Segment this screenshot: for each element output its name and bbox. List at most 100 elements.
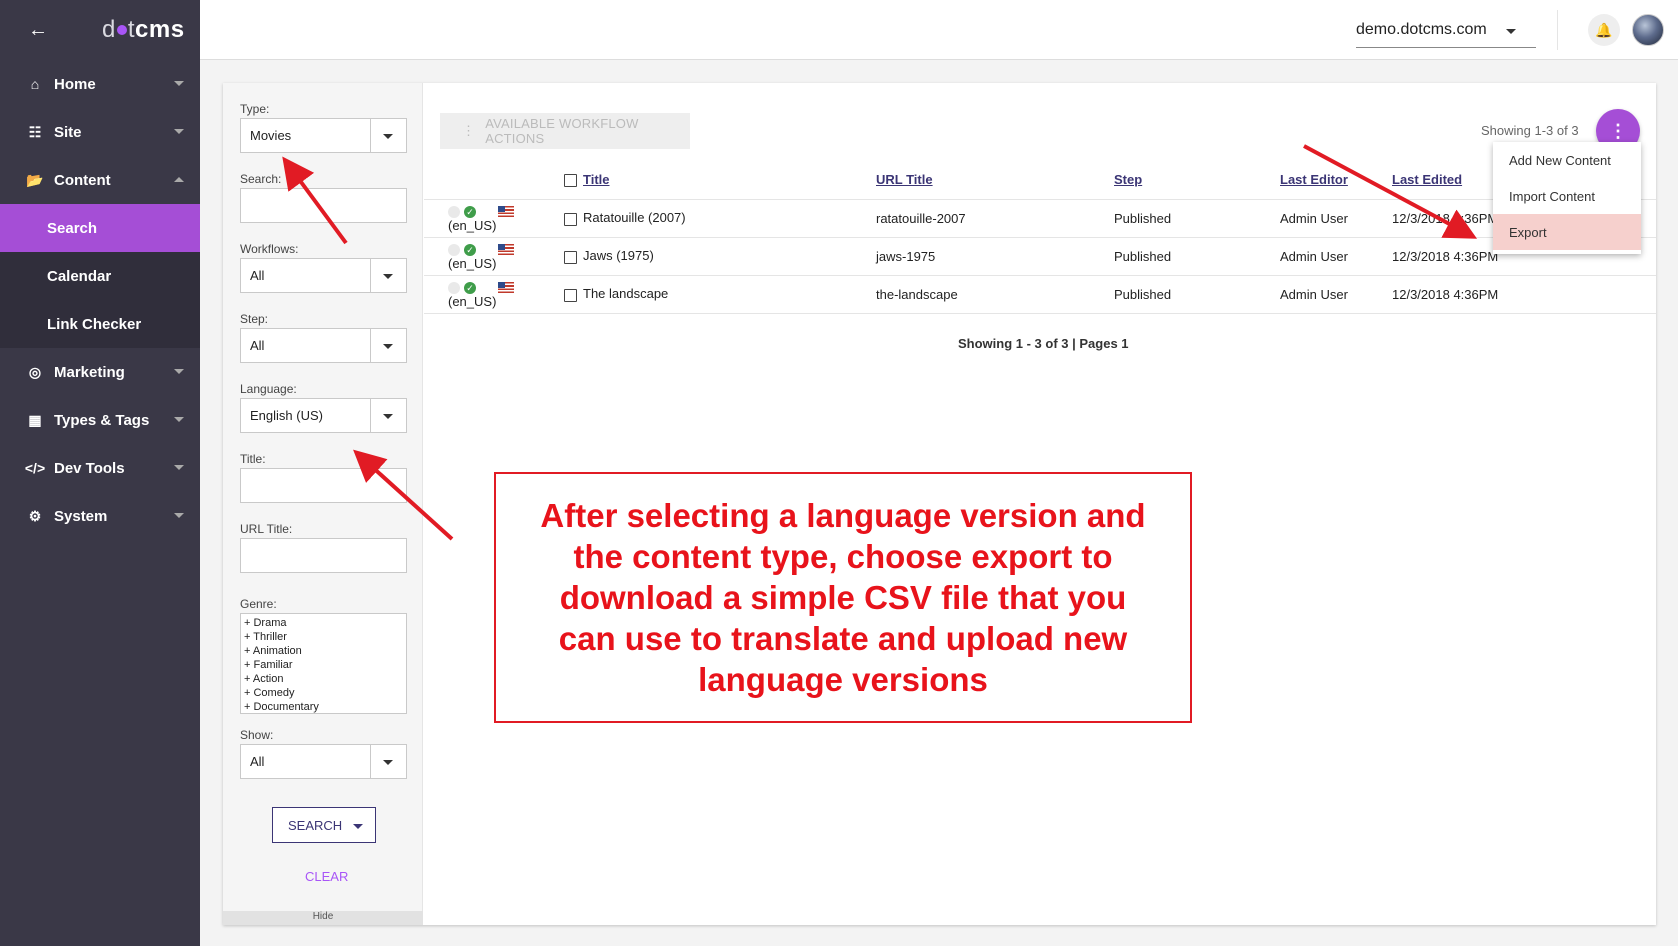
code-icon: </> [24,460,46,476]
genre-option[interactable]: + Documentary [244,700,403,714]
row-checkbox[interactable] [564,212,577,226]
target-icon: ◎ [28,363,42,380]
nav-home[interactable]: ⌂ Home [0,60,200,108]
genre-option[interactable]: + Drama [244,616,403,630]
row-title[interactable]: Jaws (1975) [583,248,654,263]
nav-system[interactable]: ⚙ System [0,492,200,540]
step-label: Step: [240,312,269,326]
chevron-down-icon [174,129,184,134]
row-editor: Admin User [1280,199,1392,238]
published-check-icon: ✓ [464,205,476,218]
subnav-search[interactable]: Search [0,204,200,252]
show-select[interactable]: All [240,744,407,779]
results-count: Showing 1-3 of 3 [1481,123,1579,138]
column-step[interactable]: Step [1114,172,1142,187]
file-icon: ▦ [28,411,42,428]
dotcms-logo: d tcms [102,16,185,43]
language-label: Language: [240,382,297,396]
published-check-icon: ✓ [464,243,476,256]
us-flag-icon [498,206,514,218]
menu-export[interactable]: Export [1493,214,1641,250]
chevron-down-icon [174,81,184,86]
chevron-up-icon [174,177,184,182]
published-check-icon: ✓ [464,281,476,294]
gear-icon: ⚙ [28,507,42,524]
title-label: Title: [240,452,266,466]
nav-site[interactable]: ☷ Site [0,108,200,156]
select-all-checkbox[interactable] [564,174,577,188]
column-url-title[interactable]: URL Title [876,172,933,187]
type-select[interactable]: Movies [240,118,407,153]
genre-option[interactable]: + Animation [244,644,403,658]
search-input[interactable] [240,188,407,223]
row-step: Published [1114,237,1280,276]
title-input[interactable] [240,468,407,503]
genre-label: Genre: [240,597,277,611]
hide-filters-toggle[interactable]: Hide [223,911,423,925]
us-flag-icon [498,244,514,256]
type-label: Type: [240,102,270,116]
top-header: demo.dotcms.com 🔔 [200,0,1678,60]
menu-add-new-content[interactable]: Add New Content [1493,142,1641,178]
genre-option[interactable]: + Familiar [244,658,403,672]
genre-option[interactable]: + Thriller [244,630,403,644]
chevron-down-icon [383,414,393,419]
table-header: Title URL Title Step Last Editor Last Ed… [424,161,1656,200]
url-title-input[interactable] [240,538,407,573]
search-button[interactable]: SEARCH [272,807,376,843]
table-row[interactable]: ✓(en_US) The landscape the-landscape Pub… [424,275,1656,314]
pagination-summary: Showing 1 - 3 of 3 | Pages 1 [958,336,1129,351]
chevron-down-icon [1506,29,1516,34]
table-row[interactable]: ✓(en_US) Jaws (1975) jaws-1975 Published… [424,237,1656,276]
results-table: Title URL Title Step Last Editor Last Ed… [424,161,1656,314]
subnav-link-checker[interactable]: Link Checker [0,300,200,348]
us-flag-icon [498,282,514,294]
subnav-calendar[interactable]: Calendar [0,252,200,300]
nav-marketing[interactable]: ◎ Marketing [0,348,200,396]
column-title[interactable]: Title [583,172,610,187]
row-editor: Admin User [1280,275,1392,314]
genre-list[interactable]: + Drama + Thriller + Animation + Familia… [240,613,407,714]
url-title-label: URL Title: [240,522,293,536]
row-checkbox[interactable] [564,288,577,302]
row-edited: 12/3/2018 4:36PM [1392,275,1656,314]
nav-types-tags[interactable]: ▦ Types & Tags [0,396,200,444]
lock-status-icon [448,243,460,256]
chevron-down-icon [174,465,184,470]
clear-button[interactable]: CLEAR [305,869,348,884]
row-url-title: ratatouille-2007 [876,199,1114,238]
step-select[interactable]: All [240,328,407,363]
chevron-down-icon [383,274,393,279]
row-title[interactable]: Ratatouille (2007) [583,210,686,225]
column-last-editor[interactable]: Last Editor [1280,172,1348,187]
column-last-edited[interactable]: Last Edited [1392,172,1462,187]
back-arrow-icon[interactable]: ← [28,19,68,42]
bell-icon[interactable]: 🔔 [1588,14,1620,46]
chevron-down-icon [383,134,393,139]
genre-option[interactable]: + Comedy [244,686,403,700]
avatar[interactable] [1632,14,1664,46]
genre-option[interactable]: + Action [244,672,403,686]
row-step: Published [1114,199,1280,238]
row-url-title: jaws-1975 [876,237,1114,276]
sidebar-brand: ← d tcms [0,0,200,60]
workflows-select[interactable]: All [240,258,407,293]
language-select[interactable]: English (US) [240,398,407,433]
actions-dropdown-menu: Add New Content Import Content Export [1493,142,1641,254]
row-title[interactable]: The landscape [583,286,668,301]
nav-dev-tools[interactable]: </> Dev Tools [0,444,200,492]
chevron-down-icon [383,760,393,765]
menu-import-content[interactable]: Import Content [1493,178,1641,214]
available-workflow-actions-button[interactable]: ⋮ AVAILABLE WORKFLOW ACTIONS [440,113,690,149]
table-row[interactable]: ✓(en_US) Ratatouille (2007) ratatouille-… [424,199,1656,238]
row-editor: Admin User [1280,237,1392,276]
content-subnav: Search Calendar Link Checker [0,204,200,348]
sitemap-icon: ☷ [28,123,42,140]
site-selector[interactable]: demo.dotcms.com [1356,12,1536,48]
row-checkbox[interactable] [564,250,577,264]
header-divider [1557,10,1558,50]
filters-panel: Type: Movies Search: Workflows: All Step… [223,83,423,925]
vertical-dots-icon: ⋮ [462,123,476,138]
row-url-title: the-landscape [876,275,1114,314]
nav-content[interactable]: 📂 Content [0,156,200,204]
